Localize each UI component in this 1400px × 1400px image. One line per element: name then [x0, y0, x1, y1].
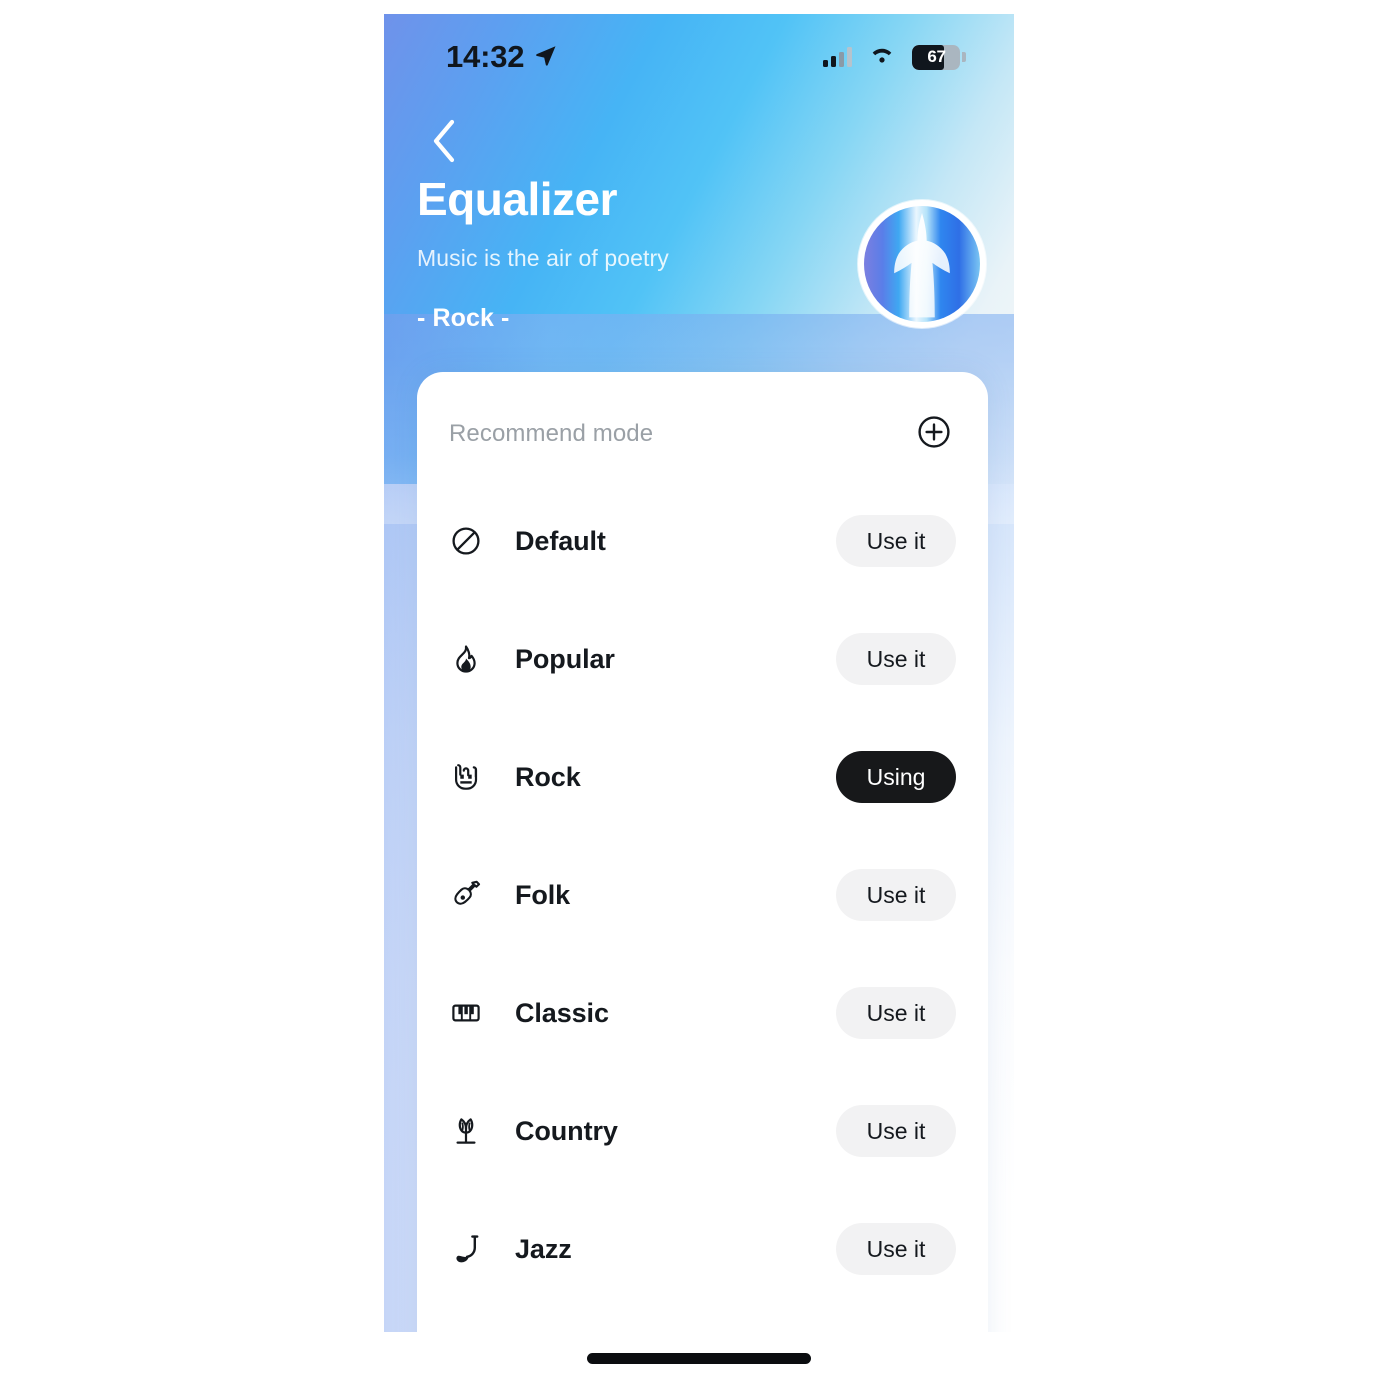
guitar-icon: [449, 878, 483, 912]
battery-percent-label: 67: [927, 47, 946, 66]
home-indicator[interactable]: [587, 1353, 811, 1364]
preset-action-button[interactable]: Use it: [836, 869, 956, 921]
preset-row-jazz[interactable]: Jazz Use it: [449, 1190, 956, 1308]
status-bar-right: 67: [823, 43, 966, 72]
phone-viewport: 14:32 67 Equalizer Music is the air of p…: [384, 14, 1014, 1386]
cellular-signal-icon: [823, 47, 852, 67]
page-subtitle: Music is the air of poetry: [417, 244, 669, 271]
preset-action-button[interactable]: Use it: [836, 633, 956, 685]
page-title: Equalizer: [417, 173, 618, 225]
avatar-gradient: [864, 206, 980, 322]
preset-name: Country: [515, 1115, 618, 1146]
section-title: Recommend mode: [449, 420, 654, 447]
current-preset-label: - Rock -: [417, 303, 510, 332]
preset-name: Popular: [515, 643, 615, 674]
avatar[interactable]: [858, 200, 986, 328]
preset-row-default[interactable]: Default Use it: [449, 482, 956, 600]
preset-name: Folk: [515, 879, 571, 910]
preset-action-button[interactable]: Use it: [836, 987, 956, 1039]
preset-action-button[interactable]: Using: [836, 751, 956, 803]
header-text-block: Equalizer Music is the air of poetry - R…: [417, 174, 669, 333]
status-bar: 14:32 67: [384, 14, 1014, 100]
piano-keys-icon: [449, 996, 483, 1030]
circle-plus-icon: [916, 414, 952, 455]
preset-action-button[interactable]: Use it: [836, 1105, 956, 1157]
chevron-left-icon: [430, 118, 460, 169]
preset-card: Recommend mode Default Use it Popular Us…: [417, 372, 988, 1386]
add-mode-button[interactable]: [914, 414, 954, 454]
no-entry-icon: [449, 524, 483, 558]
preset-row-popular[interactable]: Popular Use it: [449, 600, 956, 718]
screen: 14:32 67 Equalizer Music is the air of p…: [0, 0, 1400, 1400]
battery-icon: 67: [912, 44, 966, 70]
card-header: Recommend mode: [417, 372, 988, 464]
flame-icon: [449, 642, 483, 676]
back-button[interactable]: [430, 114, 484, 172]
wheat-plant-icon: [449, 1114, 483, 1148]
user-silhouette-avatar: [894, 212, 950, 318]
preset-name: Jazz: [515, 1233, 572, 1264]
preset-action-button[interactable]: Use it: [836, 515, 956, 567]
location-arrow-icon: [534, 43, 558, 72]
preset-row-rock[interactable]: Rock Using: [449, 718, 956, 836]
preset-row-folk[interactable]: Folk Use it: [449, 836, 956, 954]
preset-list: Default Use it Popular Use it Rock Using…: [417, 482, 988, 1386]
status-bar-left: 14:32: [446, 39, 558, 75]
preset-name: Rock: [515, 761, 581, 792]
preset-action-button[interactable]: Use it: [836, 1223, 956, 1275]
wifi-icon: [866, 43, 898, 72]
preset-row-classic[interactable]: Classic Use it: [449, 954, 956, 1072]
preset-name: Default: [515, 525, 606, 556]
preset-row-country[interactable]: Country Use it: [449, 1072, 956, 1190]
rock-hand-icon: [449, 760, 483, 794]
preset-name: Classic: [515, 997, 609, 1028]
saxophone-icon: [449, 1232, 483, 1266]
status-bar-clock: 14:32: [446, 39, 525, 74]
